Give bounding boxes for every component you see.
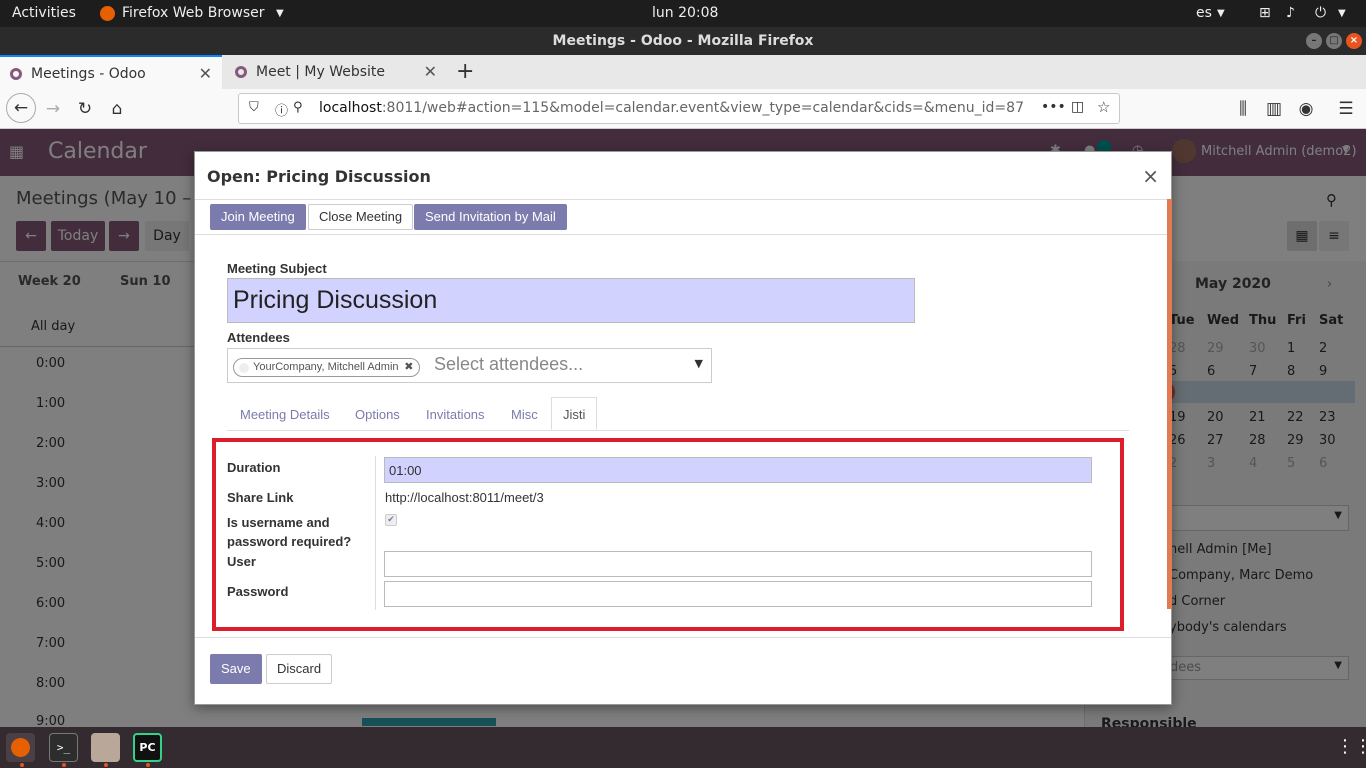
network-icon[interactable]: ⊞ [1259, 5, 1271, 21]
bookmark-star-icon[interactable]: ☆ [1097, 98, 1110, 116]
attendees-placeholder[interactable]: Select attendees... [434, 354, 583, 375]
meeting-subject-field[interactable]: Pricing Discussion [227, 278, 915, 323]
menu-hamburger-icon[interactable]: ☰ [1333, 96, 1359, 122]
dock: >_ PC ⋮⋮ [0, 727, 1366, 768]
remove-attendee-icon[interactable]: ✖ [404, 359, 413, 376]
navigation-toolbar: ← → ↻ ⌂ ⛉ ⓘ ⚲ localhost:8011/web#action=… [0, 89, 1366, 129]
password-field[interactable] [384, 581, 1092, 607]
share-link-value[interactable]: http://localhost:8011/meet/3 [385, 490, 544, 505]
permissions-icon[interactable]: ⚲ [293, 100, 303, 115]
tab-meeting-details[interactable]: Meeting Details [240, 398, 330, 431]
firefox-icon [100, 6, 115, 21]
odoo-favicon-icon [10, 68, 22, 80]
shield-icon[interactable]: ⛉ [249, 100, 259, 115]
page-actions-icon[interactable]: ••• [1041, 99, 1066, 115]
attendee-tag[interactable]: YourCompany, Mitchell Admin ✖ [233, 358, 420, 377]
odoo-favicon-icon [235, 66, 247, 78]
duration-field[interactable]: 01:00 [384, 457, 1092, 483]
close-meeting-button[interactable]: Close Meeting [308, 204, 414, 230]
discard-button[interactable]: Discard [266, 654, 333, 684]
gnome-top-bar: Activities Firefox Web Browser ▼ lun 20:… [0, 0, 1366, 27]
form-scrollbar[interactable] [1167, 199, 1172, 609]
close-window-icon[interactable]: × [1346, 33, 1362, 49]
files-dock-icon[interactable] [91, 733, 120, 762]
url-text[interactable]: localhost:8011/web#action=115&model=cale… [319, 100, 1024, 116]
user-label: User [227, 554, 256, 569]
minimize-icon[interactable]: – [1306, 33, 1322, 49]
attendees-field[interactable]: YourCompany, Mitchell Admin ✖ Select att… [227, 348, 712, 383]
show-applications-icon[interactable]: ⋮⋮ [1336, 736, 1366, 757]
join-meeting-button[interactable]: Join Meeting [210, 204, 306, 230]
volume-icon[interactable]: ♪ [1286, 5, 1295, 21]
close-tab-icon[interactable]: ✕ [424, 55, 437, 89]
close-tab-icon[interactable]: ✕ [199, 57, 212, 91]
running-indicator [62, 763, 66, 767]
tab-meet-website[interactable]: Meet | My Website ✕ [225, 55, 447, 89]
url-bar[interactable]: ⛉ ⓘ ⚲ localhost:8011/web#action=115&mode… [238, 93, 1120, 124]
tab-jisti[interactable]: Jisti [551, 397, 598, 430]
window-title: Meetings - Odoo - Mozilla Firefox [552, 33, 814, 49]
pycharm-dock-icon[interactable]: PC [133, 733, 162, 762]
dialog-title: Open: Pricing Discussion [207, 167, 431, 186]
duration-label: Duration [227, 460, 281, 475]
home-icon[interactable]: ⌂ [104, 96, 130, 122]
reload-icon[interactable]: ↻ [72, 96, 98, 122]
tab-label: Meet | My Website [256, 64, 386, 80]
tab-options[interactable]: Options [355, 398, 400, 431]
chevron-down-icon[interactable]: ▼ [695, 357, 703, 370]
close-dialog-icon[interactable]: × [1142, 164, 1159, 188]
firefox-dock-icon[interactable] [6, 733, 35, 762]
attendee-tag-label: YourCompany, Mitchell Admin [253, 361, 399, 373]
pocket-icon[interactable]: ◫ [1071, 99, 1084, 115]
clock[interactable]: lun 20:08 [652, 5, 718, 21]
language-caret-icon[interactable]: ▼ [1217, 8, 1225, 19]
credentials-required-label: Is username and [227, 515, 330, 530]
library-icon[interactable]: ⫼ [1230, 96, 1256, 122]
window-titlebar: Meetings - Odoo - Mozilla Firefox – □ × [0, 27, 1366, 55]
user-field[interactable] [384, 551, 1092, 577]
credentials-required-checkbox[interactable]: ✔ [385, 514, 397, 526]
tab-meetings-odoo[interactable]: Meetings - Odoo ✕ [0, 55, 222, 89]
duration-value: 01:00 [389, 463, 422, 478]
tab-invitations[interactable]: Invitations [426, 398, 485, 431]
running-indicator [104, 763, 108, 767]
running-indicator [146, 763, 150, 767]
sidebar-toggle-icon[interactable]: ▥ [1261, 96, 1287, 122]
password-label: Password [227, 584, 289, 599]
share-link-label: Share Link [227, 490, 294, 505]
app-menu-label[interactable]: Firefox Web Browser [122, 5, 265, 21]
activities-button[interactable]: Activities [12, 5, 76, 21]
tab-misc[interactable]: Misc [511, 398, 538, 431]
tab-label: Meetings - Odoo [31, 66, 146, 82]
forward-icon[interactable]: → [40, 96, 66, 122]
credentials-required-label-2: password required? [227, 534, 352, 549]
attendees-label: Attendees [227, 330, 290, 345]
language-indicator[interactable]: es [1196, 5, 1212, 21]
subject-label: Meeting Subject [227, 261, 327, 276]
tab-bar: Meetings - Odoo ✕ Meet | My Website ✕ + [0, 55, 1366, 89]
running-indicator [20, 763, 24, 767]
system-menu-caret-icon[interactable]: ▼ [1338, 8, 1346, 19]
avatar [239, 363, 249, 373]
save-button[interactable]: Save [210, 654, 262, 684]
power-icon[interactable]: ⏻ [1315, 5, 1326, 21]
new-tab-icon[interactable]: + [456, 55, 474, 89]
app-menu-caret-icon[interactable]: ▼ [276, 8, 284, 19]
terminal-dock-icon[interactable]: >_ [49, 733, 78, 762]
back-icon[interactable]: ← [6, 93, 36, 123]
account-icon[interactable]: ◉ [1293, 96, 1319, 122]
send-invitation-button[interactable]: Send Invitation by Mail [414, 204, 567, 230]
info-icon[interactable]: ⓘ [275, 100, 288, 119]
maximize-icon[interactable]: □ [1326, 33, 1342, 49]
event-dialog: Open: Pricing Discussion × Join Meeting … [194, 151, 1172, 705]
